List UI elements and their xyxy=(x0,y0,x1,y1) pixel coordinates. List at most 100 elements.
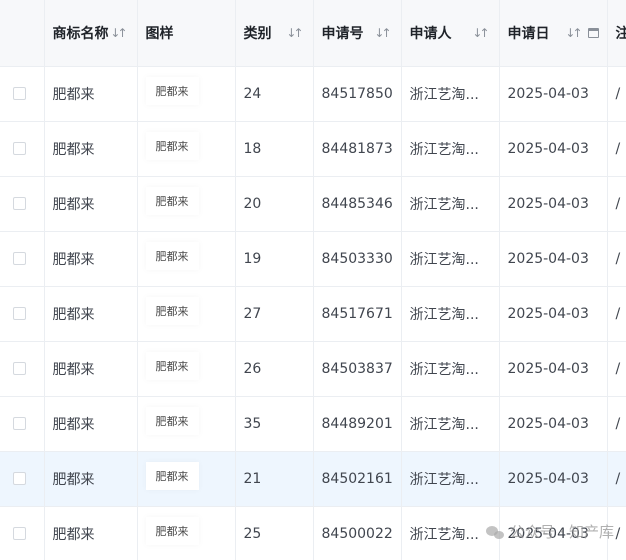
column-header-regno[interactable]: 申请号 ↓↑ xyxy=(313,0,402,67)
cell-applicant: 浙江艺淘... xyxy=(401,176,500,232)
checkbox-icon[interactable] xyxy=(13,197,26,210)
cell-date: 2025-04-03 xyxy=(499,506,608,560)
checkbox-icon[interactable] xyxy=(13,527,26,540)
trademark-sample-image[interactable]: 肥都来 xyxy=(145,76,199,105)
cell-applicant: 浙江艺淘... xyxy=(401,66,500,122)
cell-name: 肥都来 xyxy=(44,66,138,122)
cell-class: 21 xyxy=(235,451,314,507)
trademark-sample-image[interactable]: 肥都来 xyxy=(145,296,199,325)
cell-extra: / xyxy=(607,121,626,177)
checkbox-icon[interactable] xyxy=(13,417,26,430)
column-header-extra: 注 xyxy=(607,0,626,67)
cell-regno: 84502161 xyxy=(313,451,402,507)
row-select-cell xyxy=(0,341,45,397)
table-row[interactable]: 肥都来 肥都来 24 84517850 浙江艺淘... 2025-04-03 / xyxy=(0,66,626,122)
column-label-applicant: 申请人 xyxy=(409,25,452,42)
column-header-date[interactable]: 申请日 ↓↑ xyxy=(499,0,608,67)
table-row[interactable]: 肥都来 肥都来 19 84503330 浙江艺淘... 2025-04-03 / xyxy=(0,231,626,287)
cell-extra: / xyxy=(607,66,626,122)
cell-date: 2025-04-03 xyxy=(499,176,608,232)
sort-icon[interactable]: ↓↑ xyxy=(472,26,489,40)
column-header-class[interactable]: 类别 ↓↑ xyxy=(235,0,314,67)
cell-sample: 肥都来 xyxy=(137,121,236,177)
trademark-sample-image[interactable]: 肥都来 xyxy=(145,516,199,545)
trademark-sample-image[interactable]: 肥都来 xyxy=(145,461,199,490)
table-header: 商标名称 ↓↑ 图样 类别 ↓↑ 申请号 ↓↑ 申请人 ↓↑ 申请日 ↓↑ xyxy=(0,0,626,67)
row-select-cell xyxy=(0,506,45,560)
cell-sample: 肥都来 xyxy=(137,341,236,397)
checkbox-icon[interactable] xyxy=(13,472,26,485)
checkbox-icon[interactable] xyxy=(13,142,26,155)
table-row[interactable]: 肥都来 肥都来 21 84502161 浙江艺淘... 2025-04-03 / xyxy=(0,451,626,507)
cell-extra: / xyxy=(607,341,626,397)
table-row[interactable]: 肥都来 肥都来 25 84500022 浙江艺淘... 2025-04-03 / xyxy=(0,506,626,560)
trademark-sample-image[interactable]: 肥都来 xyxy=(145,186,199,215)
table-body: 肥都来 肥都来 24 84517850 浙江艺淘... 2025-04-03 /… xyxy=(0,66,626,560)
cell-applicant: 浙江艺淘... xyxy=(401,121,500,177)
cell-date: 2025-04-03 xyxy=(499,231,608,287)
table-row[interactable]: 肥都来 肥都来 27 84517671 浙江艺淘... 2025-04-03 / xyxy=(0,286,626,342)
cell-name: 肥都来 xyxy=(44,286,138,342)
cell-name: 肥都来 xyxy=(44,396,138,452)
header-select-cell xyxy=(0,0,45,67)
cell-sample: 肥都来 xyxy=(137,396,236,452)
cell-applicant: 浙江艺淘... xyxy=(401,506,500,560)
cell-sample: 肥都来 xyxy=(137,66,236,122)
cell-regno: 84503837 xyxy=(313,341,402,397)
cell-applicant: 浙江艺淘... xyxy=(401,341,500,397)
cell-regno: 84485346 xyxy=(313,176,402,232)
cell-date: 2025-04-03 xyxy=(499,121,608,177)
cell-sample: 肥都来 xyxy=(137,451,236,507)
checkbox-icon[interactable] xyxy=(13,307,26,320)
cell-extra: / xyxy=(607,176,626,232)
cell-name: 肥都来 xyxy=(44,231,138,287)
table-row[interactable]: 肥都来 肥都来 20 84485346 浙江艺淘... 2025-04-03 / xyxy=(0,176,626,232)
column-label-extra: 注 xyxy=(616,26,626,42)
cell-sample: 肥都来 xyxy=(137,176,236,232)
cell-applicant: 浙江艺淘... xyxy=(401,286,500,342)
row-select-cell xyxy=(0,451,45,507)
trademark-sample-image[interactable]: 肥都来 xyxy=(145,351,199,380)
column-header-applicant[interactable]: 申请人 ↓↑ xyxy=(401,0,500,67)
table-row[interactable]: 肥都来 肥都来 18 84481873 浙江艺淘... 2025-04-03 / xyxy=(0,121,626,177)
cell-name: 肥都来 xyxy=(44,341,138,397)
cell-extra: / xyxy=(607,231,626,287)
sort-icon[interactable]: ↓↑ xyxy=(110,26,127,40)
cell-class: 24 xyxy=(235,66,314,122)
cell-regno: 84503330 xyxy=(313,231,402,287)
cell-date: 2025-04-03 xyxy=(499,66,608,122)
trademark-sample-image[interactable]: 肥都来 xyxy=(145,131,199,160)
trademark-sample-image[interactable]: 肥都来 xyxy=(145,241,199,270)
row-select-cell xyxy=(0,396,45,452)
checkbox-icon[interactable] xyxy=(13,252,26,265)
table-row[interactable]: 肥都来 肥都来 35 84489201 浙江艺淘... 2025-04-03 / xyxy=(0,396,626,452)
cell-name: 肥都来 xyxy=(44,176,138,232)
cell-date: 2025-04-03 xyxy=(499,341,608,397)
cell-class: 18 xyxy=(235,121,314,177)
row-select-cell xyxy=(0,286,45,342)
checkbox-icon[interactable] xyxy=(13,362,26,375)
cell-regno: 84517850 xyxy=(313,66,402,122)
cell-regno: 84481873 xyxy=(313,121,402,177)
cell-sample: 肥都来 xyxy=(137,231,236,287)
calendar-icon[interactable] xyxy=(587,27,599,38)
column-header-name[interactable]: 商标名称 ↓↑ xyxy=(44,0,138,67)
cell-applicant: 浙江艺淘... xyxy=(401,396,500,452)
table-row[interactable]: 肥都来 肥都来 26 84503837 浙江艺淘... 2025-04-03 / xyxy=(0,341,626,397)
cell-class: 35 xyxy=(235,396,314,452)
trademark-sample-image[interactable]: 肥都来 xyxy=(145,406,199,435)
checkbox-icon[interactable] xyxy=(13,87,26,100)
trademark-table-container: 商标名称 ↓↑ 图样 类别 ↓↑ 申请号 ↓↑ 申请人 ↓↑ 申请日 ↓↑ 肥都… xyxy=(0,0,626,560)
column-label-name: 商标名称 xyxy=(52,25,109,42)
cell-name: 肥都来 xyxy=(44,506,138,560)
column-header-sample: 图样 xyxy=(137,0,236,67)
cell-extra: / xyxy=(607,286,626,342)
cell-extra: / xyxy=(607,506,626,560)
row-select-cell xyxy=(0,66,45,122)
cell-name: 肥都来 xyxy=(44,121,138,177)
sort-icon[interactable]: ↓↑ xyxy=(286,26,303,40)
row-select-cell xyxy=(0,176,45,232)
cell-class: 27 xyxy=(235,286,314,342)
sort-icon[interactable]: ↓↑ xyxy=(565,26,582,40)
sort-icon[interactable]: ↓↑ xyxy=(374,26,391,40)
